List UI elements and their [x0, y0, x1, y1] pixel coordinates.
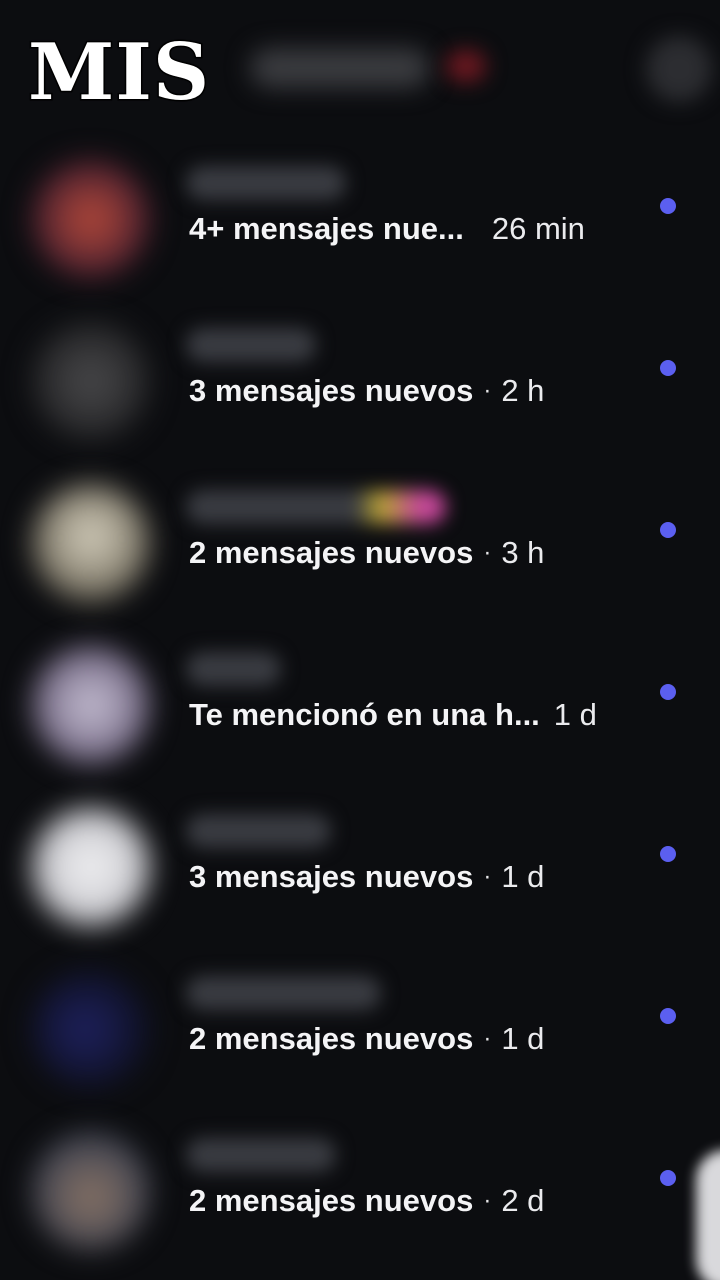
notification-time: 2 d: [501, 1183, 545, 1218]
notification-row[interactable]: 4+ mensajes nue... 26 min: [0, 146, 720, 308]
notification-message: 3 mensajes nuevos: [189, 859, 474, 894]
avatar[interactable]: [32, 322, 150, 440]
unread-dot-icon: [660, 522, 676, 538]
notification-time: 2 h: [501, 373, 545, 408]
notification-time: 1 d: [501, 859, 545, 894]
separator-dot: ·: [483, 539, 492, 566]
notification-message: 3 mensajes nuevos: [189, 373, 474, 408]
scroll-handle[interactable]: [696, 1150, 720, 1280]
notification-message: 2 mensajes nuevos: [189, 1183, 474, 1218]
unread-dot-icon: [660, 1170, 676, 1186]
overlay-caption: MIS: [26, 27, 211, 118]
notification-message: 2 mensajes nuevos: [189, 1021, 474, 1056]
unread-dot-icon: [660, 198, 676, 214]
notification-time: 3 h: [501, 535, 545, 570]
avatar[interactable]: [32, 484, 150, 602]
avatar[interactable]: [32, 646, 150, 764]
avatar[interactable]: [32, 808, 150, 926]
notifications-screen: MIS 4+ mensajes nue... 26 min 3 mensajes…: [0, 0, 720, 1280]
avatar[interactable]: [32, 160, 150, 278]
notification-row[interactable]: 3 mensajes nuevos · 1 d: [0, 794, 720, 956]
notification-time: 1 d: [501, 1021, 545, 1056]
notification-row[interactable]: 2 mensajes nuevos · 1 d: [0, 956, 720, 1118]
separator-dot: ·: [483, 1025, 492, 1052]
notification-time: 26 min: [491, 211, 585, 246]
notification-message: 4+ mensajes nue...: [189, 211, 464, 246]
notification-summary: 3 mensajes nuevos · 2 h: [189, 370, 544, 412]
separator-dot: ·: [483, 377, 492, 404]
avatar[interactable]: [32, 1132, 150, 1250]
notification-time: 1 d: [553, 697, 597, 732]
unread-dot-icon: [660, 684, 676, 700]
notification-summary: Te mencionó en una h... 1 d: [189, 694, 597, 736]
notification-row[interactable]: 2 mensajes nuevos · 3 h: [0, 470, 720, 632]
notification-summary: 2 mensajes nuevos · 3 h: [189, 532, 544, 574]
notification-list: 4+ mensajes nue... 26 min 3 mensajes nue…: [0, 0, 720, 1280]
notification-summary: 2 mensajes nuevos · 1 d: [189, 1018, 544, 1060]
unread-dot-icon: [660, 846, 676, 862]
username-blurred: [186, 814, 331, 848]
notification-message: 2 mensajes nuevos: [189, 535, 474, 570]
notification-summary: 3 mensajes nuevos · 1 d: [189, 856, 544, 898]
username-blurred: [186, 976, 381, 1010]
unread-dot-icon: [660, 360, 676, 376]
username-blurred: [186, 1138, 336, 1172]
avatar[interactable]: [32, 970, 150, 1088]
notification-row[interactable]: 2 mensajes nuevos · 2 d: [0, 1118, 720, 1280]
unread-dot-icon: [660, 1008, 676, 1024]
notification-row[interactable]: Te mencionó en una h... 1 d: [0, 632, 720, 794]
username-blurred: [186, 166, 346, 200]
notification-summary: 2 mensajes nuevos · 2 d: [189, 1180, 544, 1222]
username-blurred: [186, 328, 316, 362]
separator-dot: ·: [483, 1187, 492, 1214]
username-blurred: [186, 652, 281, 686]
separator-dot: ·: [483, 863, 492, 890]
notification-summary: 4+ mensajes nue... 26 min: [189, 208, 585, 250]
notification-row[interactable]: 3 mensajes nuevos · 2 h: [0, 308, 720, 470]
username-blurred: [186, 490, 446, 524]
notification-message: Te mencionó en una h...: [189, 697, 540, 732]
